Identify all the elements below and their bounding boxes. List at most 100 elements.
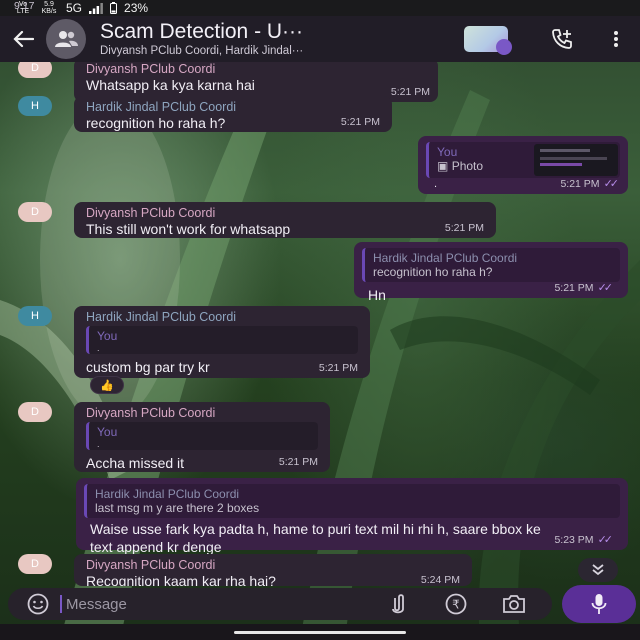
- message-bubble[interactable]: Hardik Jindal PClub Coordi last msg m y …: [76, 478, 628, 555]
- sender-avatar[interactable]: H: [18, 306, 52, 326]
- chat-header: Scam Detection - U··· Divyansh PClub Coo…: [0, 16, 640, 62]
- quoted-text: .: [97, 439, 100, 449]
- message-bubble[interactable]: Divyansh PClub Coordi You . Accha missed…: [74, 402, 330, 472]
- message-bubble[interactable]: Divyansh PClub Coordi Recognition kaam k…: [74, 554, 472, 586]
- payment-button[interactable]: ₹: [440, 588, 472, 620]
- message-text: Recognition kaam kar rha hai?: [86, 573, 276, 586]
- read-ticks-icon: ✓✓: [597, 282, 614, 294]
- sender-name[interactable]: Divyansh PClub Coordi: [86, 558, 460, 572]
- quoted-text: last msg m y are there 2 boxes: [95, 501, 260, 515]
- more-vert-icon: [614, 31, 618, 47]
- message-text: Whatsapp ka kya karna hai: [86, 77, 255, 93]
- status-time: 9:17: [14, 0, 35, 12]
- battery-percent: 23%: [124, 1, 149, 15]
- message-time: 5:23 PM ✓✓: [554, 533, 614, 546]
- sender-name[interactable]: Hardik Jindal PClub Coordi: [86, 100, 380, 114]
- add-call-button[interactable]: [546, 23, 578, 55]
- group-avatar[interactable]: [46, 19, 86, 59]
- camera-icon: [503, 595, 525, 613]
- message-time: 5:21 PM: [390, 86, 430, 98]
- message-list[interactable]: D Divyansh PClub Coordi Whatsapp ka kya …: [0, 62, 640, 586]
- message-time-value: 5:21 PM: [554, 282, 594, 294]
- message-bubble[interactable]: You ▣ Photo . 5:21 PM ✓✓: [418, 136, 628, 194]
- read-ticks-icon: ✓✓: [597, 534, 614, 546]
- thumbs-up-icon: 👍: [100, 379, 114, 392]
- quoted-text: recognition ho raha h?: [373, 265, 493, 279]
- emoji-button[interactable]: [22, 588, 54, 620]
- message-time: 5:21 PM ✓✓: [560, 177, 620, 190]
- message-time: 5:21 PM: [318, 362, 358, 374]
- quoted-message[interactable]: Hardik Jindal PClub Coordi recognition h…: [362, 248, 620, 282]
- message-time-value: 5:23 PM: [554, 534, 594, 546]
- signal-icon: [89, 2, 103, 14]
- sender-avatar[interactable]: D: [18, 202, 52, 222]
- sender-name[interactable]: Divyansh PClub Coordi: [86, 62, 426, 76]
- data-speed-value: 5.9: [44, 1, 54, 8]
- network-type: 5G: [66, 1, 83, 15]
- back-button[interactable]: [0, 16, 46, 62]
- chat-title: Scam Detection - U···: [100, 20, 304, 43]
- scroll-to-bottom-button[interactable]: [578, 558, 618, 582]
- message-bubble[interactable]: Hardik Jindal PClub Coordi recognition h…: [354, 242, 628, 303]
- quoted-message[interactable]: Hardik Jindal PClub Coordi last msg m y …: [84, 484, 620, 518]
- camera-button[interactable]: [498, 588, 530, 620]
- sender-avatar[interactable]: D: [18, 554, 52, 574]
- quoted-photo-thumbnail: [534, 144, 618, 176]
- message-time: 5:21 PM: [340, 116, 380, 128]
- quoted-photo-label: Photo: [451, 159, 484, 173]
- sender-avatar[interactable]: H: [18, 96, 52, 116]
- quoted-message[interactable]: You ▣ Photo: [426, 142, 620, 178]
- message-text: recognition ho raha h?: [86, 115, 226, 131]
- message-bubble[interactable]: Hardik Jindal PClub Coordi recognition h…: [74, 96, 392, 132]
- quoted-text: .: [97, 343, 100, 353]
- quoted-message[interactable]: You .: [86, 326, 358, 354]
- home-gesture-pill[interactable]: [234, 631, 406, 634]
- group-icon: [55, 31, 78, 47]
- message-input[interactable]: [62, 595, 382, 613]
- message-text: custom bg par try kr: [86, 359, 210, 375]
- message-time: 5:21 PM ✓✓: [554, 281, 614, 294]
- attach-button[interactable]: [382, 588, 414, 620]
- message-composer: ₹: [8, 588, 552, 620]
- read-ticks-icon: ✓✓: [603, 178, 620, 190]
- attach-icon: [392, 594, 404, 614]
- more-options-button[interactable]: [606, 23, 626, 55]
- message-time: 5:24 PM: [420, 574, 460, 586]
- quoted-message[interactable]: You .: [86, 422, 318, 450]
- mic-icon: [591, 594, 607, 614]
- quoted-sender: You: [97, 425, 118, 439]
- quoted-sender: You: [97, 329, 118, 343]
- rupee-icon: ₹: [445, 593, 467, 615]
- mini-app-thumbnail[interactable]: [464, 26, 512, 55]
- message-text: This still won't work for whatsapp: [86, 221, 291, 237]
- battery-icon: [110, 2, 118, 14]
- quoted-sender: Hardik Jindal PClub Coordi: [95, 487, 240, 501]
- status-bar: 9:17 Vo LTE 5.9 KB/s 5G 23%: [0, 0, 640, 16]
- sender-avatar[interactable]: D: [18, 62, 52, 78]
- quoted-sender: You: [437, 145, 458, 159]
- emoji-icon: [27, 593, 49, 615]
- sender-name[interactable]: Divyansh PClub Coordi: [86, 406, 318, 420]
- quoted-text: ▣ Photo: [437, 159, 528, 173]
- double-chevron-down-icon: [592, 564, 604, 576]
- chat-title-area[interactable]: Scam Detection - U··· Divyansh PClub Coo…: [100, 20, 464, 58]
- message-time: 5:21 PM: [444, 222, 484, 234]
- photo-icon: ▣: [437, 159, 449, 173]
- svg-text:₹: ₹: [452, 598, 460, 612]
- chat-members: Divyansh PClub Coordi, Hardik Jindal···: [100, 45, 304, 57]
- quoted-sender: Hardik Jindal PClub Coordi: [373, 251, 518, 265]
- sender-name[interactable]: Hardik Jindal PClub Coordi: [86, 310, 358, 324]
- sender-avatar[interactable]: D: [18, 402, 52, 422]
- back-arrow-icon: [13, 30, 34, 48]
- message-time-value: 5:21 PM: [560, 178, 600, 190]
- message-text: Waise usse fark kya padta h, hame to pur…: [90, 521, 541, 555]
- message-time: 5:21 PM: [278, 456, 318, 468]
- data-speed: 5.9 KB/s: [39, 1, 59, 15]
- voice-message-button[interactable]: [562, 585, 636, 623]
- data-speed-unit: KB/s: [41, 8, 57, 15]
- reaction-badge[interactable]: 👍: [90, 376, 124, 394]
- message-bubble[interactable]: Hardik Jindal PClub Coordi You . custom …: [74, 306, 370, 378]
- call-add-icon: [552, 29, 572, 49]
- message-bubble[interactable]: Divyansh PClub Coordi This still won't w…: [74, 202, 496, 238]
- sender-name[interactable]: Divyansh PClub Coordi: [86, 206, 484, 220]
